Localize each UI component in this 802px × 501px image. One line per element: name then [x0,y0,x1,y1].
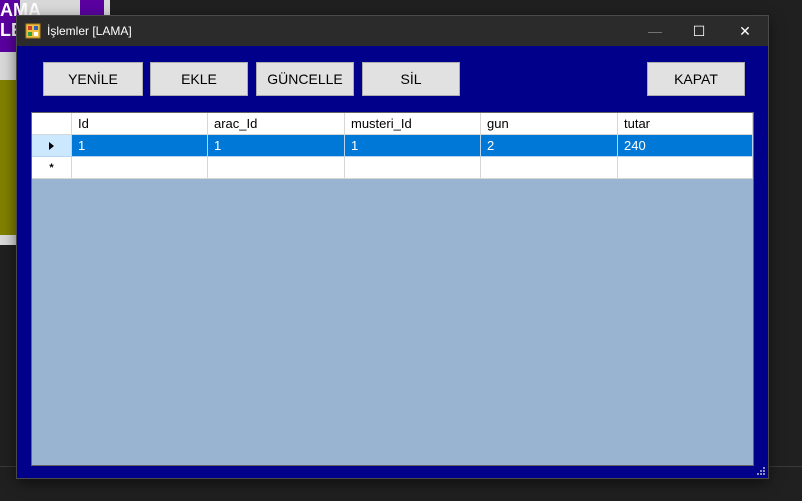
islemler-window: İşlemler [LAMA] — ☐ ✕ YENİLE EKLE GÜNCEL… [17,16,768,478]
app-form-icon [25,23,41,39]
cell-id[interactable]: 1 [72,135,208,157]
resize-grip-icon[interactable] [757,467,765,475]
column-header-id[interactable]: Id [72,113,208,135]
new-cell[interactable] [345,157,481,179]
row-header[interactable] [32,135,72,157]
new-cell[interactable] [618,157,753,179]
delete-button[interactable]: SİL [362,62,460,96]
cell-arac-id[interactable]: 1 [208,135,345,157]
title-bar[interactable]: İşlemler [LAMA] — ☐ ✕ [17,16,768,46]
column-header-gun[interactable]: gun [481,113,618,135]
column-header-musteri-id[interactable]: musteri_Id [345,113,481,135]
new-cell[interactable] [481,157,618,179]
column-header-tutar[interactable]: tutar [618,113,753,135]
background-panel [0,80,16,235]
column-header-row: Id arac_Id musteri_Id gun tutar [32,113,753,135]
table-row[interactable]: 1 1 1 2 240 [32,135,753,157]
minimize-button[interactable]: — [632,16,678,46]
new-cell[interactable] [72,157,208,179]
new-row-header[interactable]: * [32,157,72,179]
data-grid[interactable]: Id arac_Id musteri_Id gun tutar 1 1 1 2 … [31,112,754,466]
cell-gun[interactable]: 2 [481,135,618,157]
maximize-icon: ☐ [692,22,706,39]
column-header-arac-id[interactable]: arac_Id [208,113,345,135]
cell-musteri-id[interactable]: 1 [345,135,481,157]
new-cell[interactable] [208,157,345,179]
close-icon: ✕ [739,22,751,39]
maximize-button[interactable]: ☐ [676,16,722,46]
update-button[interactable]: GÜNCELLE [256,62,354,96]
close-button[interactable]: ✕ [722,16,768,46]
corner-header[interactable] [32,113,72,135]
refresh-button[interactable]: YENİLE [43,62,143,96]
minimize-icon: — [648,23,662,39]
add-button[interactable]: EKLE [150,62,248,96]
desktop: AMA LE İşlemler [LAMA] — ☐ ✕ YENİLE EKLE [0,0,802,501]
new-row-asterisk-icon: * [49,161,54,174]
cell-tutar[interactable]: 240 [618,135,753,157]
close-form-button[interactable]: KAPAT [647,62,745,96]
new-row[interactable]: * [32,157,753,179]
window-title: İşlemler [LAMA] [47,24,132,38]
current-row-arrow-icon [48,141,54,150]
